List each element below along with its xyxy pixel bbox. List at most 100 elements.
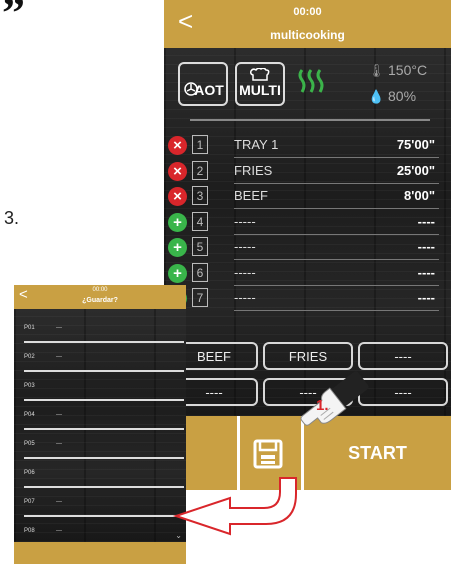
tray-name[interactable]: ----- bbox=[234, 265, 256, 280]
multi-mode-button[interactable]: MULTI bbox=[235, 62, 285, 106]
remove-tray-button[interactable]: × bbox=[168, 136, 187, 155]
program-slot[interactable]: P03 bbox=[24, 381, 184, 403]
add-tray-button[interactable]: + bbox=[168, 263, 187, 283]
humidity-readout: 💧 80% bbox=[368, 88, 416, 105]
tray-name[interactable]: FRIES bbox=[234, 163, 272, 178]
temperature-readout: 🌡 150°C bbox=[368, 62, 427, 79]
tray-time[interactable]: ---- bbox=[418, 214, 435, 229]
aot-mode-label: AOT bbox=[194, 82, 224, 98]
save-header: < 00:00 ¿Guardar? bbox=[14, 285, 186, 309]
tray-row: × 2 FRIES 25'00" bbox=[164, 160, 451, 184]
slot-label: P03 bbox=[24, 383, 35, 389]
tray-number: 7 bbox=[192, 288, 208, 307]
tray-number: 6 bbox=[192, 262, 208, 282]
tray-row: +4 ----- ---- bbox=[164, 211, 451, 235]
tray-time[interactable]: 25'00" bbox=[397, 163, 435, 178]
program-slot[interactable]: P07 --- bbox=[24, 497, 184, 519]
slot-value: --- bbox=[56, 499, 62, 505]
humidity-value: 80% bbox=[388, 88, 417, 104]
row-divider bbox=[234, 284, 439, 286]
tray-row: +6 ----- ---- bbox=[164, 262, 451, 286]
main-content: AOT MULTI 🌡 150°C 💧 80% × 1 TRAY 1 75'00" × 2 FR… bbox=[164, 48, 451, 416]
fan-icon bbox=[184, 82, 198, 96]
tray-number: 5 bbox=[192, 237, 208, 256]
slot-value: --- bbox=[56, 325, 62, 331]
temperature-value: 150°C bbox=[388, 62, 428, 78]
tray-number: 3 bbox=[192, 186, 208, 205]
corner-quote-mark: ” bbox=[2, 0, 25, 38]
save-title: ¿Guardar? bbox=[82, 297, 118, 304]
tray-time[interactable]: ---- bbox=[418, 265, 435, 280]
slot-underline bbox=[24, 515, 184, 517]
save-icon[interactable] bbox=[252, 438, 284, 470]
remove-tray-button[interactable]: × bbox=[168, 161, 187, 181]
step-number-3: 3. bbox=[4, 208, 20, 228]
tray-row: +7--------- bbox=[164, 287, 451, 311]
slot-underline bbox=[24, 370, 184, 372]
droplet-icon: 💧 bbox=[368, 89, 385, 104]
program-slot[interactable]: P06 bbox=[24, 468, 184, 490]
tray-number: 4 bbox=[192, 211, 208, 231]
slot-underline bbox=[24, 428, 184, 430]
remove-tray-button[interactable]: × bbox=[168, 187, 187, 206]
slot-label: P05 bbox=[24, 441, 35, 447]
header-time: 00:00 bbox=[92, 287, 108, 293]
slot-underline bbox=[24, 399, 184, 401]
program-slot[interactable]: P05 --- bbox=[24, 439, 184, 461]
tray-time[interactable]: 8'00" bbox=[404, 188, 435, 203]
step-number-1: 1. bbox=[316, 397, 329, 414]
row-divider bbox=[234, 157, 439, 158]
slot-label: P01 bbox=[24, 325, 35, 331]
tray-name[interactable]: ----- bbox=[234, 290, 256, 305]
tray-number: 1 bbox=[192, 135, 208, 154]
slot-value: --- bbox=[56, 528, 62, 534]
row-divider bbox=[234, 310, 439, 311]
slot-value: --- bbox=[56, 441, 62, 447]
chevron-down-icon[interactable]: ⌄ bbox=[175, 531, 182, 540]
slot-label: P07 bbox=[24, 499, 35, 505]
program-slot[interactable]: P04 --- bbox=[24, 410, 184, 432]
slot-label: P08 bbox=[24, 528, 35, 534]
row-divider bbox=[234, 259, 439, 260]
slot-value: --- bbox=[56, 354, 62, 360]
row-divider bbox=[234, 208, 439, 209]
steam-icon[interactable] bbox=[296, 66, 330, 96]
page-title: multicooking bbox=[270, 28, 345, 42]
tray-time[interactable]: ---- bbox=[418, 290, 435, 305]
header-time: 00:00 bbox=[293, 6, 322, 18]
aot-mode-button[interactable]: AOT bbox=[178, 62, 228, 106]
tray-name[interactable]: ----- bbox=[234, 239, 256, 254]
program-slot[interactable]: P01 --- bbox=[24, 323, 184, 345]
tray-number: 2 bbox=[192, 160, 208, 180]
slot-underline bbox=[24, 486, 184, 488]
save-footer bbox=[14, 542, 186, 564]
slot-label: P04 bbox=[24, 412, 35, 418]
tray-name[interactable]: ----- bbox=[234, 214, 256, 229]
tray-name[interactable]: TRAY 1 bbox=[234, 137, 278, 152]
slot-label: P02 bbox=[24, 354, 35, 360]
tray-name[interactable]: BEEF bbox=[234, 188, 268, 203]
tray-time[interactable]: ---- bbox=[418, 239, 435, 254]
slot-label: P06 bbox=[24, 470, 35, 476]
multi-mode-label: MULTI bbox=[239, 82, 281, 98]
slot-value: --- bbox=[56, 412, 62, 418]
divider bbox=[237, 416, 240, 490]
slot-underline bbox=[24, 457, 184, 459]
app-header: < 00:00 multicooking bbox=[164, 0, 451, 48]
divider bbox=[190, 119, 430, 121]
save-program-screen: < 00:00 ¿Guardar? P01 --- P02 --- P03 P04 --- P… bbox=[14, 285, 186, 564]
slot-underline bbox=[24, 341, 184, 343]
tray-row: × 1 TRAY 1 75'00" bbox=[164, 134, 451, 158]
tray-row: × 3 BEEF 8'00" bbox=[164, 185, 451, 209]
tray-row: +5 ----- ---- bbox=[164, 236, 451, 260]
tray-time[interactable]: 75'00" bbox=[397, 137, 435, 152]
hand-pointer-icon bbox=[300, 371, 369, 426]
program-slot-list: P01 --- P02 --- P03 P04 --- P05 --- P06 P07 --- P08 -… bbox=[14, 309, 186, 546]
program-slot[interactable]: P02 --- bbox=[24, 352, 184, 374]
add-tray-button[interactable]: + bbox=[168, 238, 187, 257]
thermometer-icon: 🌡 bbox=[368, 63, 385, 78]
chef-hat-icon bbox=[250, 68, 270, 81]
add-tray-button[interactable]: + bbox=[168, 212, 187, 232]
row-divider bbox=[234, 233, 439, 235]
row-divider bbox=[234, 182, 439, 184]
